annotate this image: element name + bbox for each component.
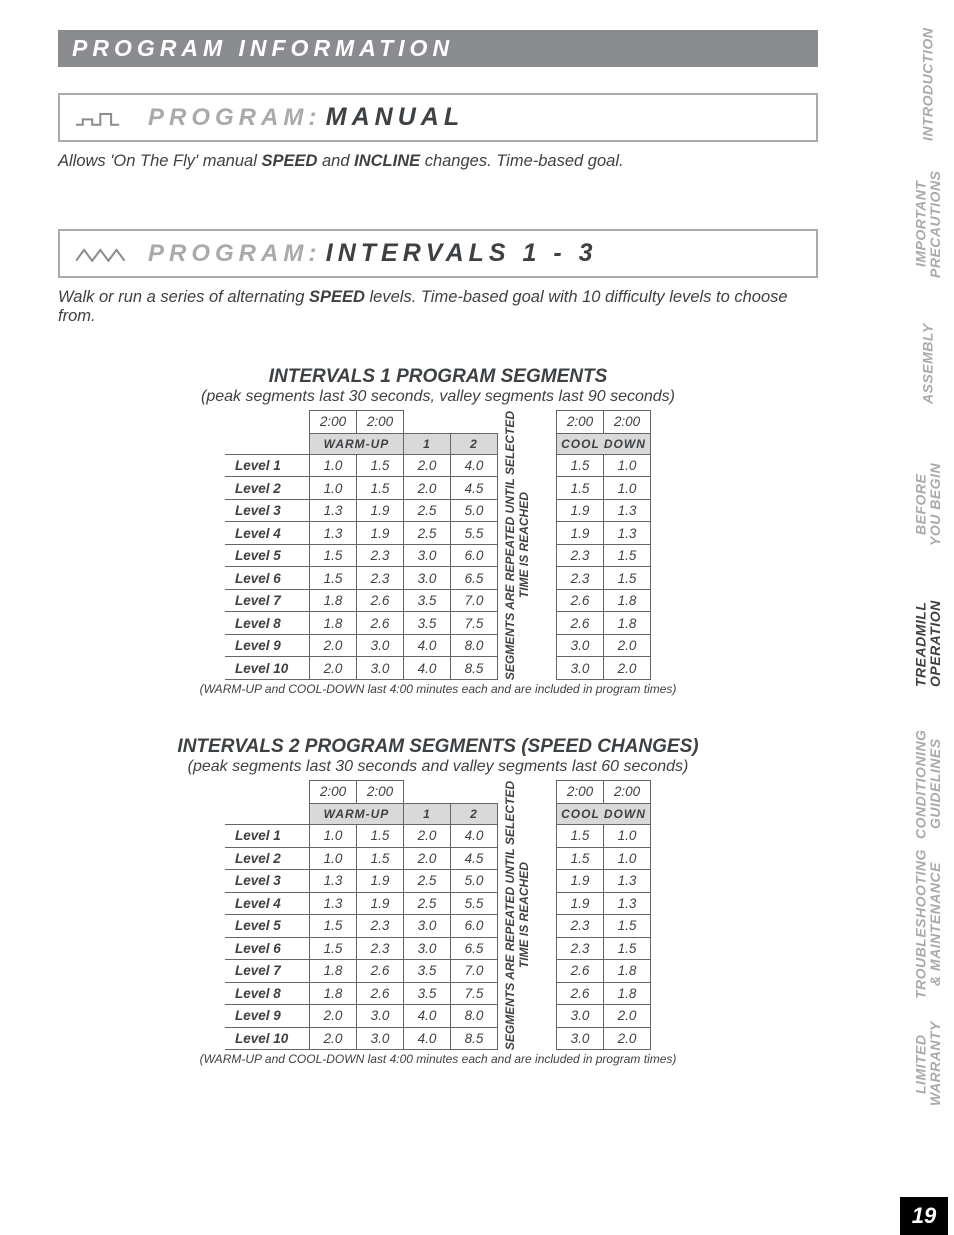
table1-footnote: (WARM-UP and COOL-DOWN last 4:00 minutes…: [58, 682, 818, 696]
page-number: 19: [900, 1197, 948, 1235]
side-tab[interactable]: INTRODUCTION: [902, 28, 954, 140]
side-tab[interactable]: ASSEMBLY: [902, 308, 954, 420]
table2-footnote: (WARM-UP and COOL-DOWN last 4:00 minutes…: [58, 1052, 818, 1066]
side-tab[interactable]: BEFORE YOU BEGIN: [902, 448, 954, 560]
program-heading-intervals: PROGRAM: INTERVALS 1 - 3: [58, 229, 818, 278]
side-tab[interactable]: CONDITIONING GUIDELINES: [902, 728, 954, 840]
program-prefix: PROGRAM:: [148, 240, 321, 267]
side-tab[interactable]: TROUBLESHOOTING & MAINTENANCE: [902, 868, 954, 980]
table1-subtitle: (peak segments last 30 seconds, valley s…: [58, 388, 818, 406]
intervals-icon: [76, 242, 130, 266]
table2-title: INTERVALS 2 PROGRAM SEGMENTS (SPEED CHAN…: [58, 736, 818, 758]
manual-page: PROGRAM INFORMATION PROGRAM: MANUAL Allo…: [0, 0, 954, 1235]
section-bar: PROGRAM INFORMATION: [58, 30, 818, 67]
table1-wrap: 2:002:00 SEGMENTS ARE REPEATED UNTIL SEL…: [58, 410, 818, 680]
intervals1-table: 2:002:00 SEGMENTS ARE REPEATED UNTIL SEL…: [225, 410, 651, 680]
program-prefix: PROGRAM:: [148, 104, 321, 131]
main-content: PROGRAM INFORMATION PROGRAM: MANUAL Allo…: [58, 30, 818, 1066]
side-tab[interactable]: LIMITED WARRANTY: [902, 1008, 954, 1120]
program-desc-manual: Allows 'On The Fly' manual SPEED and INC…: [58, 152, 818, 171]
side-tabs: INTRODUCTION IMPORTANT PRECAUTIONS ASSEMBL…: [902, 28, 954, 1120]
manual-icon: [76, 106, 130, 130]
program-name-manual: MANUAL: [326, 103, 464, 131]
side-tab[interactable]: TREADMILL OPERATION: [902, 588, 954, 700]
table1-title: INTERVALS 1 PROGRAM SEGMENTS: [58, 366, 818, 388]
program-name-intervals: INTERVALS 1 - 3: [326, 239, 598, 267]
intervals2-table: 2:002:00 SEGMENTS ARE REPEATED UNTIL SEL…: [225, 780, 651, 1050]
program-heading-manual: PROGRAM: MANUAL: [58, 93, 818, 142]
table2-subtitle: (peak segments last 30 seconds and valle…: [58, 758, 818, 776]
side-tab[interactable]: IMPORTANT PRECAUTIONS: [902, 168, 954, 280]
table2-wrap: 2:002:00 SEGMENTS ARE REPEATED UNTIL SEL…: [58, 780, 818, 1050]
program-desc-intervals: Walk or run a series of alternating SPEE…: [58, 288, 818, 326]
